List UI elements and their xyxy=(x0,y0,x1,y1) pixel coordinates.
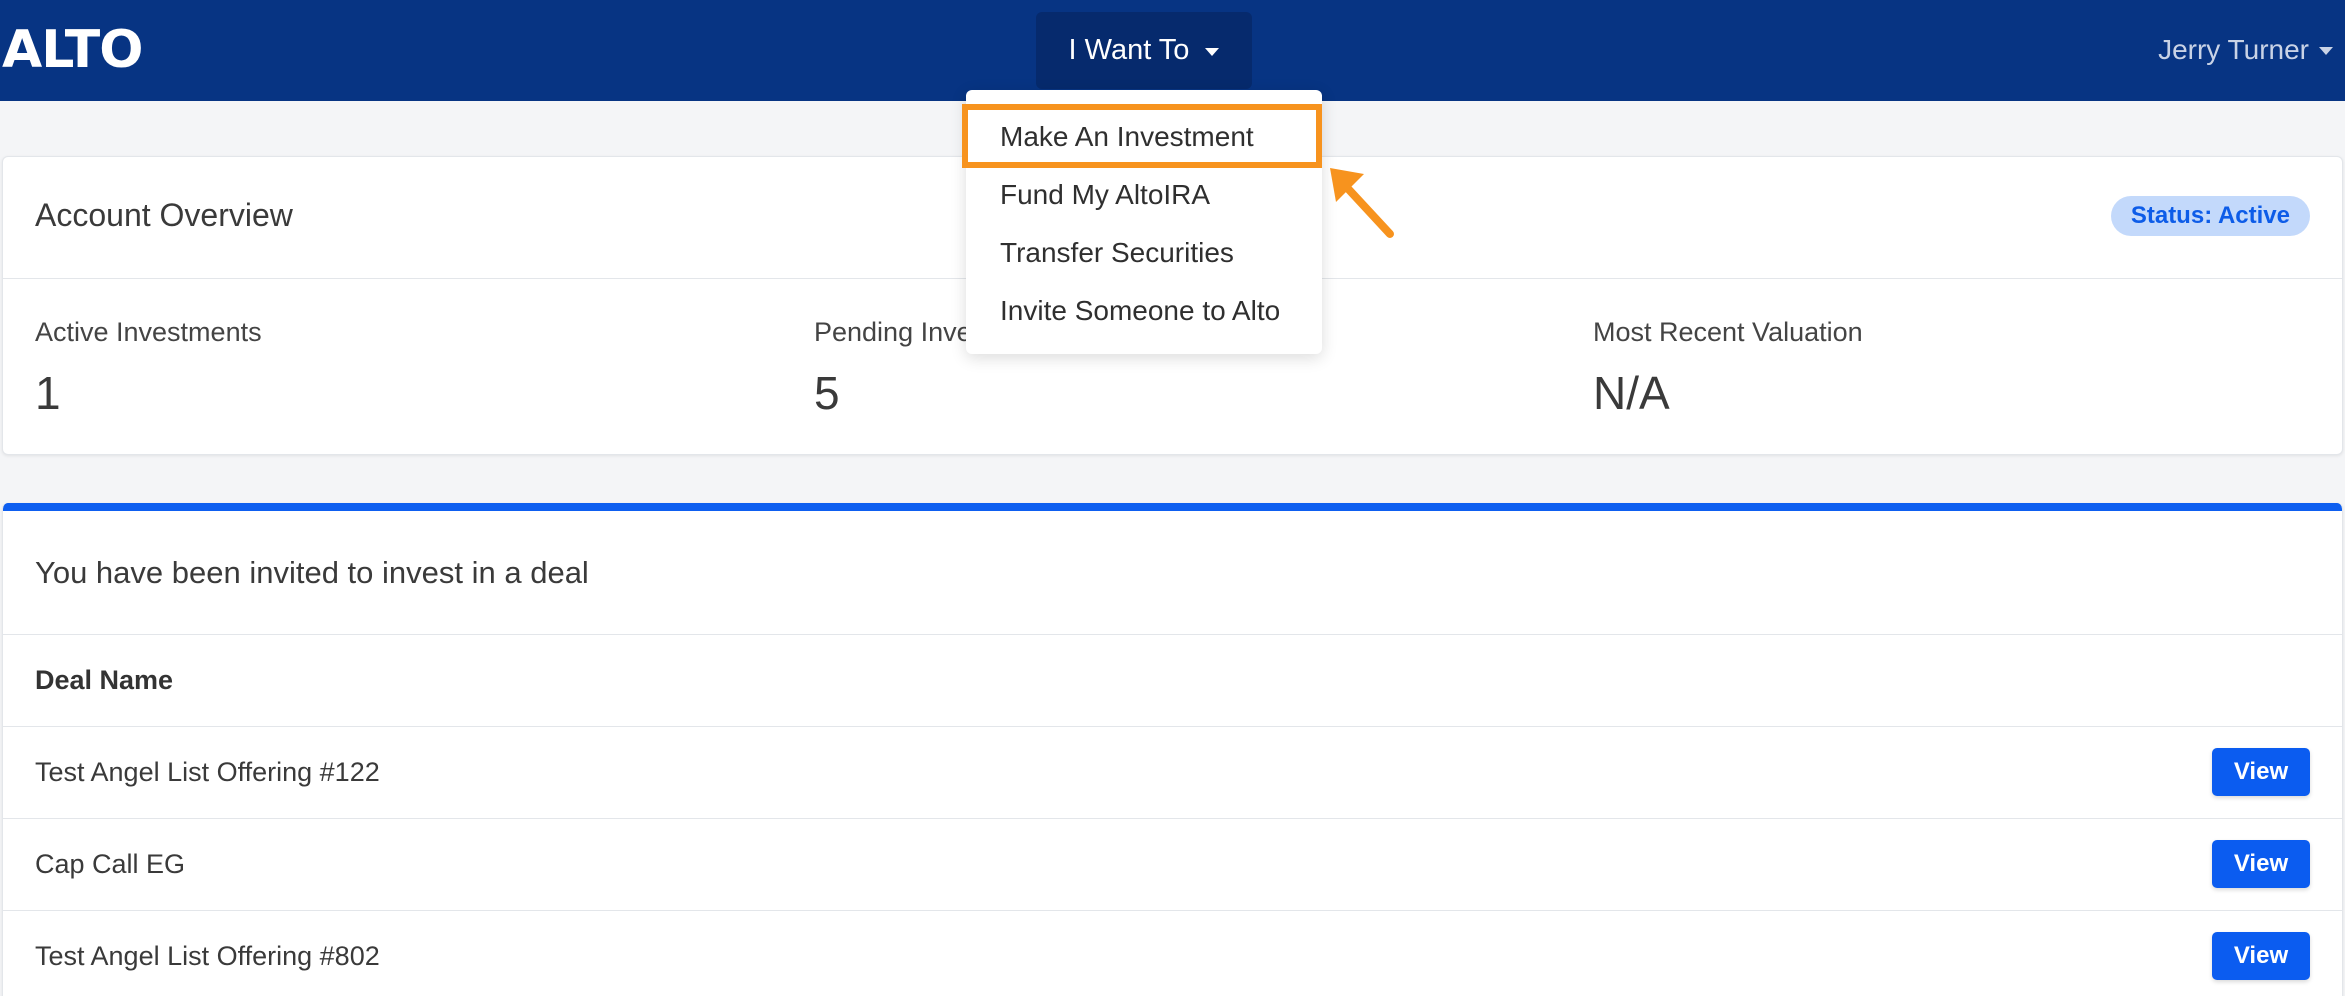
caret-down-icon xyxy=(2319,47,2333,55)
user-menu[interactable]: Jerry Turner xyxy=(2158,30,2333,70)
i-want-to-dropdown-menu: Make An Investment Fund My AltoIRA Trans… xyxy=(966,90,1322,354)
card-accent-bar xyxy=(3,503,2342,511)
deal-name: Test Angel List Offering #122 xyxy=(35,757,380,787)
stat-label: Most Recent Valuation xyxy=(1593,317,1863,347)
caret-down-icon xyxy=(1205,47,1220,56)
top-navbar: ALTO I Want To Jerry Turner xyxy=(0,0,2345,101)
stat-value: N/A xyxy=(1593,367,1670,419)
table-row: Test Angel List Offering #122 View xyxy=(3,727,2342,819)
view-deal-button[interactable]: View xyxy=(2212,748,2310,796)
menu-item-transfer-securities[interactable]: Transfer Securities xyxy=(1000,233,1234,273)
view-deal-button[interactable]: View xyxy=(2212,932,2310,980)
user-name: Jerry Turner xyxy=(2158,34,2309,65)
i-want-to-label: I Want To xyxy=(1068,34,1190,66)
view-deal-button[interactable]: View xyxy=(2212,840,2310,888)
deal-name: Cap Call EG xyxy=(35,849,186,879)
table-row: Test Angel List Offering #802 View xyxy=(3,911,2342,996)
stat-value: 5 xyxy=(814,367,840,419)
stat-most-recent-valuation: Most Recent Valuation N/A xyxy=(1593,317,1863,420)
i-want-to-menu-button[interactable]: I Want To xyxy=(1036,12,1252,89)
stat-active-investments: Active Investments 1 xyxy=(35,317,262,420)
deal-invitations-card: You have been invited to invest in a dea… xyxy=(2,503,2343,996)
menu-item-make-an-investment[interactable]: Make An Investment xyxy=(1000,117,1254,157)
stat-value: 1 xyxy=(35,367,61,419)
table-header-deal-name: Deal Name xyxy=(3,635,2342,727)
alto-logo[interactable]: ALTO xyxy=(2,20,143,80)
annotation-arrow-icon xyxy=(1330,168,1394,238)
account-overview-title: Account Overview xyxy=(35,197,293,233)
deal-name: Test Angel List Offering #802 xyxy=(35,941,380,971)
stat-label: Active Investments xyxy=(35,317,262,347)
deal-invitations-title: You have been invited to invest in a dea… xyxy=(3,511,2342,635)
table-row: Cap Call EG View xyxy=(3,819,2342,911)
menu-item-invite-someone[interactable]: Invite Someone to Alto xyxy=(1000,291,1280,331)
menu-item-fund-my-altoira[interactable]: Fund My AltoIRA xyxy=(1000,175,1210,215)
status-badge: Status: Active xyxy=(2110,196,2310,236)
